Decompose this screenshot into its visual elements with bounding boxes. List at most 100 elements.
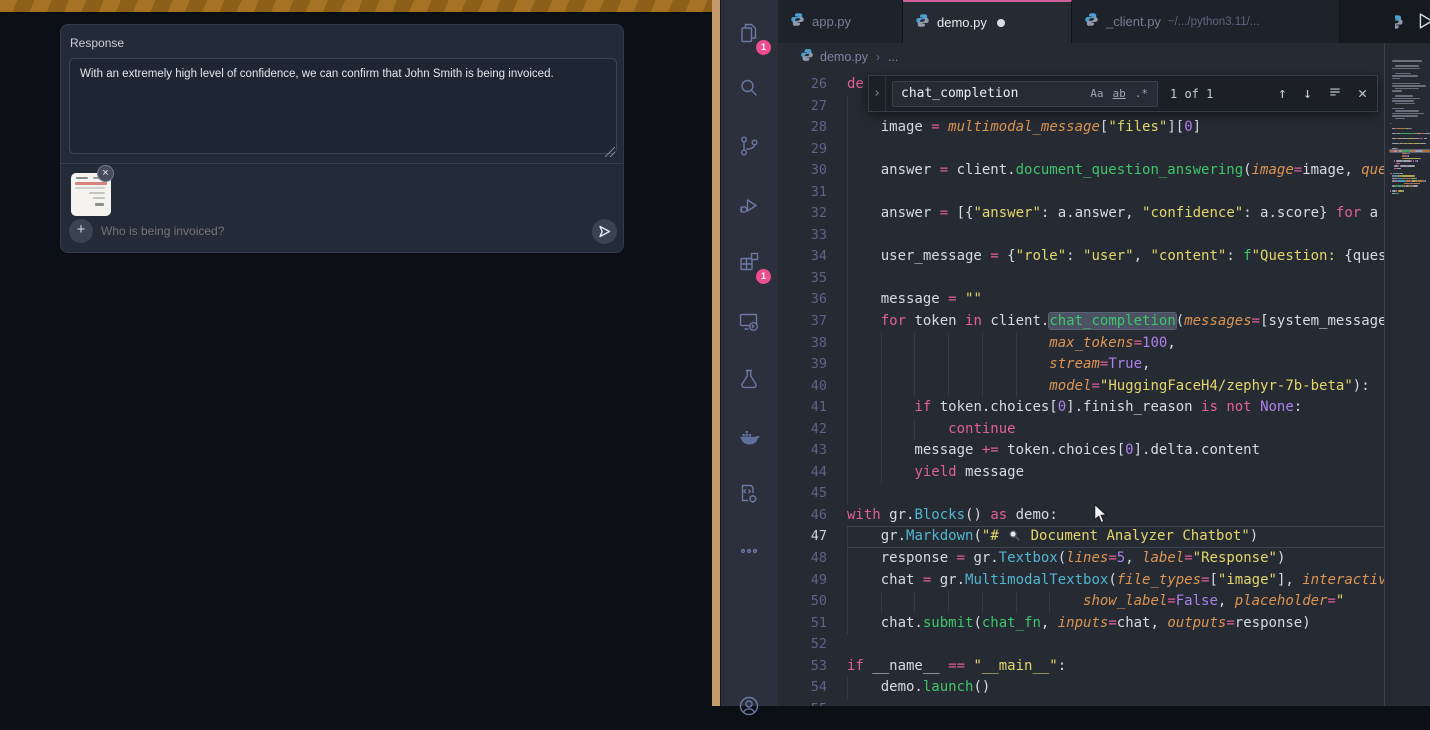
extensions-icon[interactable]: 1: [725, 238, 773, 286]
code-line[interactable]: 42 continue: [778, 419, 1384, 441]
code-line[interactable]: 55: [778, 699, 1384, 706]
code-line[interactable]: 41 if token.choices[0].finish_reason is …: [778, 397, 1384, 419]
code-line[interactable]: 51 chat.submit(chat_fn, inputs=chat, out…: [778, 613, 1384, 635]
tab-description: ~/.../python3.11/...: [1168, 16, 1260, 28]
code-line[interactable]: 44 yield message: [778, 462, 1384, 484]
code-line[interactable]: 40 model="HuggingFaceH4/zephyr-7b-beta")…: [778, 376, 1384, 398]
find-input[interactable]: [893, 86, 1090, 101]
response-label: Response: [70, 36, 124, 50]
line-number: 35: [778, 268, 827, 290]
code-line[interactable]: 29: [778, 139, 1384, 161]
tab-app-py[interactable]: app.py: [778, 0, 903, 43]
find-input-box: Aa ab .*: [892, 81, 1158, 107]
indent-guide: [1016, 376, 1017, 398]
breadcrumb-file[interactable]: demo.py: [820, 50, 868, 64]
textarea-resize-grip[interactable]: [605, 147, 615, 157]
breadcrumb: demo.py › ...: [778, 43, 1430, 71]
response-textarea[interactable]: With an extremely high level of confiden…: [69, 58, 617, 154]
line-number: 54: [778, 677, 827, 699]
chat-input[interactable]: [101, 219, 581, 243]
minimap-row: [1390, 193, 1430, 195]
invoice-red-line: [75, 182, 107, 185]
code-lines: 26de2728 image = multimodal_message["fil…: [778, 74, 1384, 706]
tab-demo-py[interactable]: demo.py: [903, 0, 1072, 43]
match-case-toggle[interactable]: Aa: [1090, 87, 1103, 100]
line-number: 51: [778, 613, 827, 635]
indent-guide: [982, 591, 983, 613]
testing-flask-icon[interactable]: [725, 355, 773, 403]
clipped-tab-python-icon[interactable]: [1395, 14, 1405, 30]
code-text: demo.launch(): [847, 677, 1384, 699]
remote-explorer-icon[interactable]: [725, 298, 773, 346]
add-file-button[interactable]: +: [69, 219, 93, 243]
minimap[interactable]: [1390, 43, 1430, 706]
editor-group: app.py demo.py _client.py ~/.../python3.…: [778, 0, 1430, 706]
indent-guide: [982, 333, 983, 355]
code-line[interactable]: 46with gr.Blocks() as demo:: [778, 505, 1384, 527]
code-text: model="HuggingFaceH4/zephyr-7b-beta"):: [847, 376, 1384, 398]
snippets-file-gear-icon[interactable]: [725, 470, 773, 518]
code-text: user_message = {"role": "user", "content…: [847, 246, 1384, 268]
find-in-selection-button[interactable]: [1328, 85, 1342, 102]
line-number: 30: [778, 160, 827, 182]
code-text: gr.Markdown("# Document Analyzer Chatbot…: [847, 526, 1384, 548]
code-line[interactable]: 37 for token in client.chat_completion(m…: [778, 311, 1384, 333]
run-and-debug-icon[interactable]: [725, 181, 773, 229]
code-text: for token in client.chat_completion(mess…: [847, 311, 1384, 333]
code-line[interactable]: 45: [778, 483, 1384, 505]
code-line[interactable]: 31: [778, 182, 1384, 204]
code-line[interactable]: 36 message = "": [778, 289, 1384, 311]
indent-guide: [847, 203, 848, 225]
code-line[interactable]: 47 gr.Markdown("# Document Analyzer Chat…: [778, 526, 1384, 548]
toggle-replace-chevron[interactable]: ›: [869, 76, 886, 111]
source-control-icon[interactable]: [725, 122, 773, 170]
account-icon[interactable]: [725, 682, 773, 730]
code-line[interactable]: 39 stream=True,: [778, 354, 1384, 376]
code-editor[interactable]: 26de2728 image = multimodal_message["fil…: [778, 71, 1384, 706]
window-divider[interactable]: [712, 0, 721, 706]
docker-icon[interactable]: [725, 413, 773, 461]
more-ellipsis-icon[interactable]: [725, 527, 773, 575]
indent-guide: [881, 397, 882, 419]
search-icon[interactable]: [725, 64, 773, 112]
code-line[interactable]: 43 message += token.choices[0].delta.con…: [778, 440, 1384, 462]
indent-guide: [1016, 591, 1017, 613]
code-line[interactable]: 48 response = gr.Textbox(lines=5, label=…: [778, 548, 1384, 570]
indent-guide: [881, 440, 882, 462]
code-text: message += token.choices[0].delta.conten…: [847, 440, 1384, 462]
send-button[interactable]: [592, 219, 617, 244]
breadcrumb-more[interactable]: ...: [888, 50, 898, 64]
regex-toggle[interactable]: .*: [1135, 87, 1148, 100]
code-line[interactable]: 33: [778, 225, 1384, 247]
code-line[interactable]: 35: [778, 268, 1384, 290]
indent-guide: [847, 440, 848, 462]
code-line[interactable]: 53if __name__ == "__main__":: [778, 656, 1384, 678]
code-line[interactable]: 54 demo.launch(): [778, 677, 1384, 699]
explorer-icon[interactable]: 1: [725, 9, 773, 57]
code-line[interactable]: 28 image = multimodal_message["files"][0…: [778, 117, 1384, 139]
line-number: 47: [778, 526, 827, 548]
code-line[interactable]: 50 show_label=False, placeholder=": [778, 591, 1384, 613]
find-previous-button[interactable]: ↑: [1278, 86, 1287, 101]
code-line[interactable]: 49 chat = gr.MultimodalTextbox(file_type…: [778, 570, 1384, 592]
code-line[interactable]: 52: [778, 634, 1384, 656]
python-file-icon: [800, 48, 814, 67]
code-line[interactable]: 38 max_tokens=100,: [778, 333, 1384, 355]
line-number: 38: [778, 333, 827, 355]
code-line[interactable]: 30 answer = client.document_question_ans…: [778, 160, 1384, 182]
code-line[interactable]: 32 answer = [{"answer": a.answer, "confi…: [778, 203, 1384, 225]
find-next-button[interactable]: ↓: [1303, 86, 1312, 101]
code-text: chat = gr.MultimodalTextbox(file_types=[…: [847, 570, 1384, 592]
remove-attachment-button[interactable]: ×: [97, 165, 114, 182]
code-line[interactable]: 34 user_message = {"role": "user", "cont…: [778, 246, 1384, 268]
run-button[interactable]: [1414, 10, 1430, 37]
indent-guide: [914, 354, 915, 376]
indent-guide: [847, 570, 848, 592]
line-number: 55: [778, 699, 827, 706]
indent-guide: [847, 613, 848, 635]
invoice-line: [75, 187, 105, 189]
close-find-button[interactable]: ✕: [1358, 86, 1367, 101]
whole-word-toggle[interactable]: ab: [1113, 87, 1126, 100]
modified-dot-icon[interactable]: [997, 19, 1005, 27]
tab-client-py[interactable]: _client.py ~/.../python3.11/...: [1072, 0, 1340, 43]
